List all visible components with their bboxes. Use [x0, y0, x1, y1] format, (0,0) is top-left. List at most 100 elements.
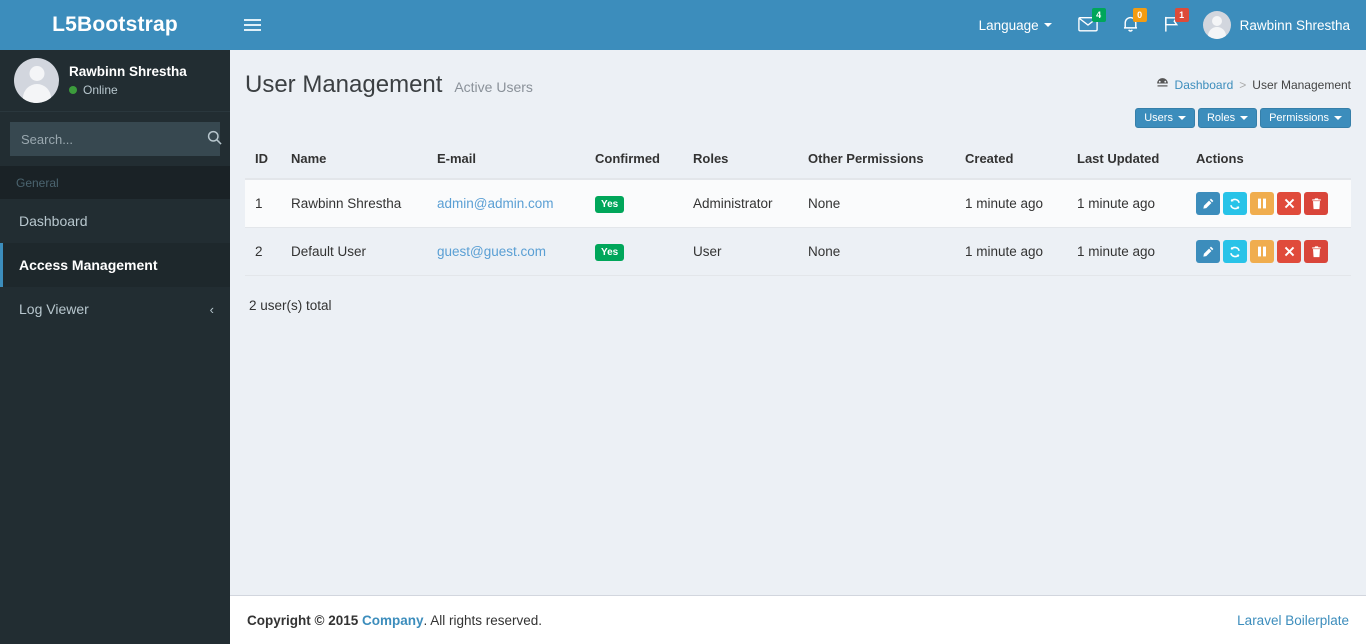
- row-action-group: [1196, 192, 1341, 215]
- roles-dropdown-label: Roles: [1206, 112, 1236, 124]
- cell-name: Default User: [281, 227, 427, 276]
- cell-actions: [1186, 179, 1351, 228]
- notifications-badge: 0: [1132, 8, 1147, 22]
- sidebar-search: [0, 112, 230, 166]
- sidebar-toggle-button[interactable]: [230, 0, 275, 50]
- cell-last-updated: 1 minute ago: [1067, 179, 1186, 228]
- edit-icon: [1202, 198, 1214, 209]
- copyright-suffix: . All rights reserved.: [423, 612, 543, 628]
- restore-icon: [1229, 198, 1241, 210]
- column-header-created[interactable]: Created: [955, 143, 1067, 180]
- table-row[interactable]: 2 Default User guest@guest.com Yes User …: [245, 227, 1351, 276]
- column-header-name[interactable]: Name: [281, 143, 427, 180]
- online-status-icon: [69, 86, 77, 94]
- copyright-prefix: Copyright © 2015: [247, 612, 362, 628]
- cell-last-updated: 1 minute ago: [1067, 227, 1186, 276]
- dashboard-icon: [1156, 77, 1169, 92]
- delete-user-button[interactable]: [1304, 240, 1328, 263]
- sidebar-item-label: Dashboard: [19, 213, 88, 229]
- company-link[interactable]: Company: [362, 613, 424, 628]
- delete-icon: [1311, 197, 1322, 210]
- pause-user-button[interactable]: [1250, 240, 1274, 263]
- sidebar: L5Bootstrap Rawbinn Shrestha Online Sear…: [0, 0, 230, 644]
- sidebar-user-status: Online: [69, 83, 187, 97]
- copyright-text: Copyright © 2015 Company. All rights res…: [247, 613, 542, 628]
- roles-dropdown-button[interactable]: Roles: [1197, 108, 1258, 128]
- cell-id: 2: [245, 227, 281, 276]
- breadcrumb-separator: >: [1239, 77, 1247, 92]
- brand-logo-text: L5Bootstrap: [52, 13, 178, 36]
- caret-down-icon: [1240, 116, 1249, 120]
- cell-created: 1 minute ago: [955, 179, 1067, 228]
- cell-confirmed: Yes: [585, 179, 683, 228]
- top-navbar: Language 4 0 1 Rawbinn Shrestha: [230, 0, 1366, 50]
- delete-user-button[interactable]: [1304, 192, 1328, 215]
- breadcrumb: Dashboard > User Management: [1156, 77, 1351, 92]
- deactivate-icon: [1284, 246, 1295, 257]
- edit-icon: [1202, 246, 1214, 257]
- sidebar-user-panel: Rawbinn Shrestha Online: [0, 50, 230, 112]
- restore-user-button[interactable]: [1223, 240, 1247, 263]
- footer-right: Laravel Boilerplate: [1237, 613, 1349, 628]
- table-header-row: ID Name E-mail Confirmed Roles Other Per…: [245, 143, 1351, 180]
- permissions-dropdown-button[interactable]: Permissions: [1260, 108, 1351, 128]
- cell-email: admin@admin.com: [427, 179, 585, 228]
- cell-roles: Administrator: [683, 179, 798, 228]
- column-header-id[interactable]: ID: [245, 143, 281, 180]
- cell-name: Rawbinn Shrestha: [281, 179, 427, 228]
- search-input[interactable]: [11, 131, 207, 147]
- column-header-email[interactable]: E-mail: [427, 143, 585, 180]
- column-header-last-updated[interactable]: Last Updated: [1067, 143, 1186, 180]
- caret-down-icon: [1043, 23, 1052, 27]
- language-dropdown[interactable]: Language: [965, 0, 1066, 50]
- edit-user-button[interactable]: [1196, 192, 1220, 215]
- notifications-menu[interactable]: 0: [1110, 0, 1151, 50]
- entity-button-group: Users Roles Permissions: [1135, 108, 1351, 128]
- sidebar-item-access-management[interactable]: Access Management: [0, 243, 230, 287]
- table-row[interactable]: 1 Rawbinn Shrestha admin@admin.com Yes A…: [245, 179, 1351, 228]
- navbar-right: Language 4 0 1 Rawbinn Shrestha: [965, 0, 1366, 50]
- users-dropdown-button[interactable]: Users: [1135, 108, 1195, 128]
- column-header-actions: Actions: [1186, 143, 1351, 180]
- breadcrumb-dashboard-link[interactable]: Dashboard: [1175, 78, 1234, 92]
- search-button[interactable]: [207, 123, 222, 155]
- pause-user-button[interactable]: [1250, 192, 1274, 215]
- navbar-user-name: Rawbinn Shrestha: [1239, 17, 1350, 33]
- sidebar-menu-header: General: [0, 166, 230, 199]
- edit-user-button[interactable]: [1196, 240, 1220, 263]
- users-table-head: ID Name E-mail Confirmed Roles Other Per…: [245, 143, 1351, 180]
- user-account-menu[interactable]: Rawbinn Shrestha: [1193, 0, 1366, 50]
- sidebar-user-info: Rawbinn Shrestha Online: [69, 64, 187, 97]
- chevron-left-icon: ‹: [209, 301, 214, 317]
- deactivate-icon: [1284, 198, 1295, 209]
- restore-user-button[interactable]: [1223, 192, 1247, 215]
- email-link[interactable]: admin@admin.com: [437, 196, 554, 211]
- avatar: [14, 58, 59, 103]
- row-action-group: [1196, 240, 1341, 263]
- column-header-roles[interactable]: Roles: [683, 143, 798, 180]
- search-icon: [207, 130, 222, 148]
- search-box: [10, 122, 222, 156]
- pause-icon: [1257, 246, 1267, 257]
- main-content: User Management Active Users Dashboard >…: [230, 50, 1366, 595]
- pause-icon: [1257, 198, 1267, 209]
- messages-menu[interactable]: 4: [1066, 0, 1110, 50]
- column-header-confirmed[interactable]: Confirmed: [585, 143, 683, 180]
- sidebar-user-status-label: Online: [83, 83, 118, 97]
- restore-icon: [1229, 246, 1241, 258]
- app-root: L5Bootstrap Rawbinn Shrestha Online Sear…: [0, 0, 1366, 644]
- delete-icon: [1311, 245, 1322, 258]
- laravel-boilerplate-link[interactable]: Laravel Boilerplate: [1237, 613, 1349, 628]
- tasks-menu[interactable]: 1: [1151, 0, 1193, 50]
- deactivate-user-button[interactable]: [1277, 240, 1301, 263]
- sidebar-item-log-viewer[interactable]: Log Viewer ‹: [0, 287, 230, 331]
- content-header: User Management Active Users Dashboard >…: [245, 65, 1351, 143]
- sidebar-user-name: Rawbinn Shrestha: [69, 64, 187, 79]
- sidebar-item-dashboard[interactable]: Dashboard: [0, 199, 230, 243]
- deactivate-user-button[interactable]: [1277, 192, 1301, 215]
- status-badge: Yes: [595, 195, 625, 213]
- email-link[interactable]: guest@guest.com: [437, 244, 546, 259]
- users-table: ID Name E-mail Confirmed Roles Other Per…: [245, 143, 1351, 276]
- brand-logo[interactable]: L5Bootstrap: [0, 0, 230, 50]
- column-header-other-permissions[interactable]: Other Permissions: [798, 143, 955, 180]
